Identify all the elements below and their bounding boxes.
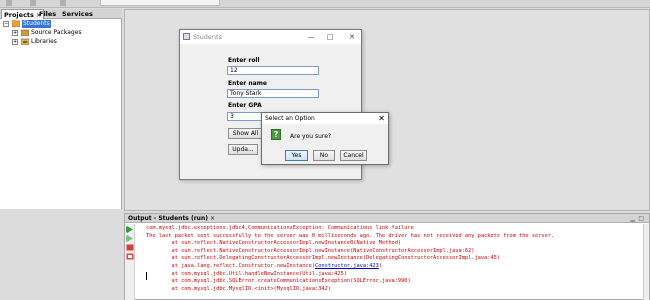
dialog-titlebar[interactable]: Select an Option ✕ — [262, 113, 388, 124]
tree-item-label: Source Packages — [31, 29, 82, 36]
output-toolbar — [125, 224, 135, 300]
console-line: at com.mysql.jdbc.MysqlIO.<init>(MysqlIO… — [146, 285, 331, 292]
tree-item-label: Students — [22, 20, 51, 28]
console-text: com.mysql.jdbc.exceptions.jdbc4.Communic… — [146, 225, 554, 293]
dialog-message: Are you sure? — [290, 133, 332, 140]
console-line: at sun.reflect.DelegatingConstructorAcce… — [146, 255, 500, 262]
expand-icon[interactable]: + — [12, 30, 18, 36]
output-tab[interactable]: Output - Students (run) × ▁ □ — [125, 214, 649, 223]
console-line-suffix: ) — [378, 262, 383, 269]
stacktrace-link[interactable]: Constructor.java:423 — [315, 263, 379, 269]
projects-panel: Projects × Files Services − Students + So… — [0, 9, 122, 209]
gpa-label: Enter GPA — [228, 102, 262, 109]
close-icon[interactable]: ✕ — [378, 113, 385, 124]
tab-label: Projects — [4, 11, 34, 19]
maximize-icon[interactable]: □ — [638, 214, 644, 223]
package-folder-icon — [21, 29, 29, 36]
console-line: at java.lang.reflect.Constructor.newInst… — [146, 262, 316, 269]
panel-tabs: Projects × Files Services — [0, 9, 122, 19]
console-line: at com.mysql.jdbc.Util.handleNewInstance… — [146, 270, 347, 277]
console-line: The last packet sent successfully to the… — [146, 232, 555, 239]
close-icon[interactable]: × — [210, 215, 215, 222]
console-line: at com.mysql.jdbc.SQLError.createCommuni… — [146, 278, 411, 285]
name-label: Enter name — [228, 80, 267, 87]
collapse-icon[interactable]: − — [3, 21, 9, 27]
toolbar-icon[interactable] — [30, 0, 36, 6]
output-scrollbar[interactable] — [643, 224, 649, 300]
project-icon — [12, 20, 20, 27]
window-title: Students — [193, 33, 222, 41]
toolbar-icon[interactable] — [60, 0, 66, 6]
maximize-button[interactable]: □ — [324, 31, 336, 43]
console-line: at sun.reflect.NativeConstructorAccessor… — [146, 240, 402, 247]
console-line: at sun.reflect.NativeConstructorAccessor… — [146, 247, 475, 254]
output-title: Output - Students (run) × — [128, 215, 215, 222]
app-icon — [183, 33, 190, 40]
update-button[interactable]: Upda... — [228, 144, 258, 155]
question-icon: ? — [271, 129, 281, 140]
dialog-title: Select an Option — [265, 115, 315, 122]
roll-label: Enter roll — [228, 57, 260, 64]
tab-label: Files — [39, 10, 57, 18]
toolbar-strip — [0, 0, 650, 8]
library-folder-icon — [21, 38, 29, 45]
text-cursor — [146, 272, 147, 280]
console-line: com.mysql.jdbc.exceptions.jdbc4.Communic… — [146, 225, 414, 231]
minimize-icon[interactable]: ▁ — [630, 214, 635, 223]
tab-services[interactable]: Services — [60, 9, 95, 19]
expand-icon[interactable]: + — [12, 39, 18, 45]
minimize-button[interactable]: — — [305, 31, 317, 43]
output-title-text: Output - Students (run) — [128, 215, 208, 222]
cancel-button[interactable]: Cancel — [340, 150, 367, 161]
toolbar-search-field[interactable] — [100, 0, 220, 6]
stop-icon[interactable] — [126, 244, 134, 251]
show-all-button[interactable]: Show All — [228, 128, 263, 139]
tab-files[interactable]: Files — [37, 9, 58, 19]
name-field[interactable]: Tony Stark — [227, 89, 319, 98]
rerun-with-options-icon[interactable] — [126, 235, 134, 242]
toolbar-icon[interactable] — [6, 0, 12, 6]
yes-button[interactable]: Yes — [285, 150, 308, 161]
tab-label: Services — [62, 10, 93, 18]
tree-item-label: Libraries — [31, 38, 57, 45]
console-line-with-link: at java.lang.reflect.Constructor.newInst… — [146, 263, 554, 271]
roll-field[interactable]: 12 — [227, 66, 319, 75]
confirm-dialog: Select an Option ✕ ? Are you sure? Yes N… — [261, 112, 389, 165]
close-button[interactable]: ✕ — [346, 31, 358, 43]
settings-icon[interactable] — [126, 253, 134, 260]
no-button[interactable]: No — [313, 150, 335, 161]
window-titlebar[interactable]: Students — □ ✕ — [180, 30, 361, 44]
rerun-icon[interactable] — [126, 226, 134, 233]
